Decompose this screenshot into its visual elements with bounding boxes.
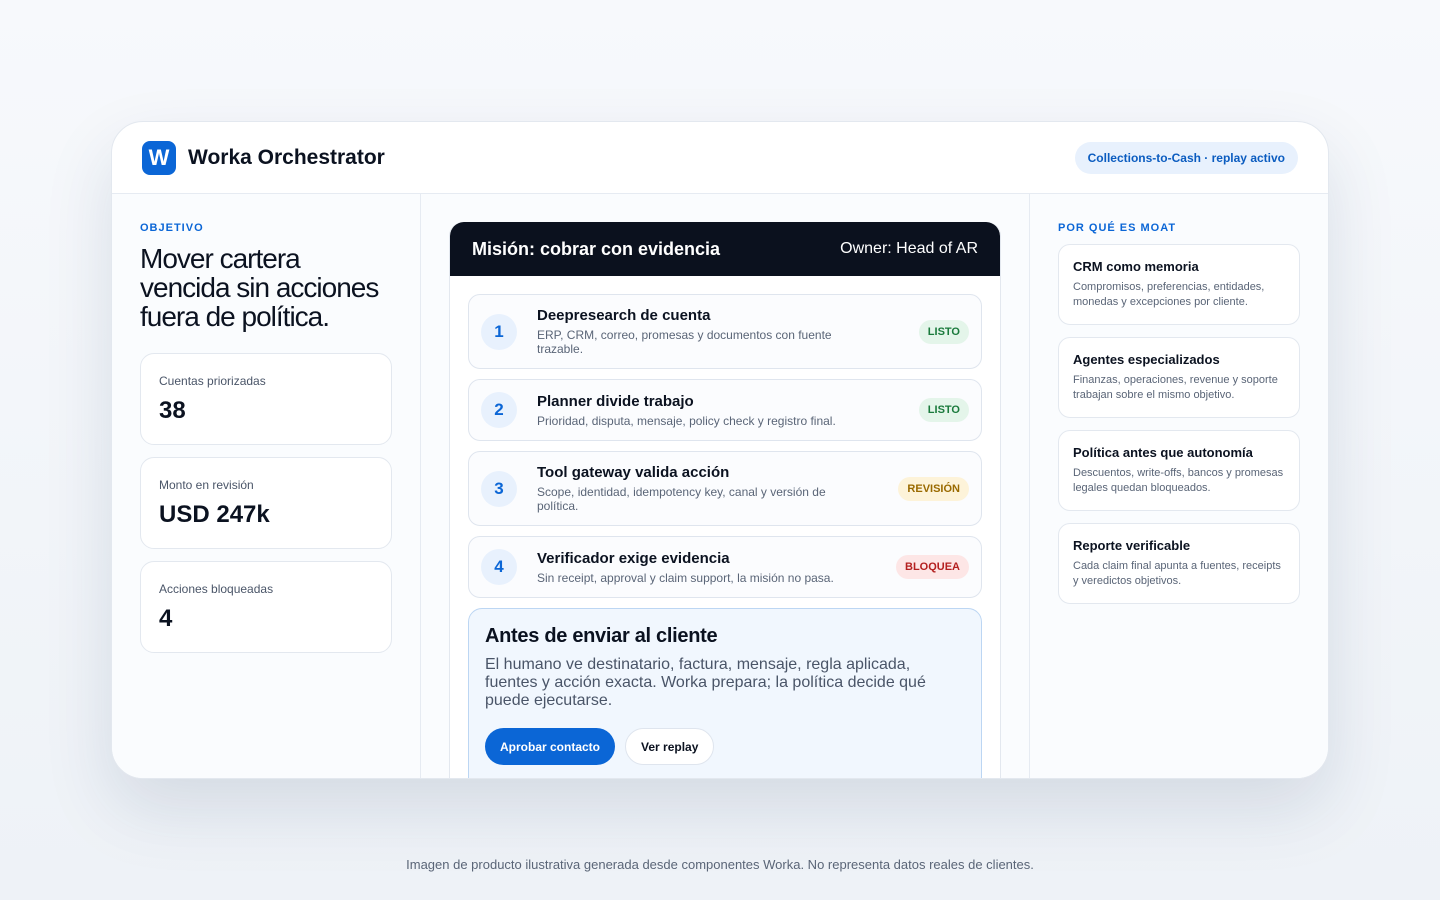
mission-card: Misión: cobrar con evidencia Owner: Head… (449, 222, 1001, 778)
step-body: Verificador exige evidencia Sin receipt,… (537, 550, 896, 585)
moat-card-description: Cada claim final apunta a fuentes, recei… (1073, 560, 1281, 587)
moat-card: Agentes especializados Finanzas, operaci… (1058, 337, 1300, 418)
step-status-badge: REVISIÓN (898, 476, 969, 501)
moat-card-title: Política antes que autonomía (1073, 445, 1253, 460)
step-number: 2 (481, 392, 517, 428)
step-title: Verificador exige evidencia (537, 549, 730, 567)
mission-steps: 1 Deepresearch de cuenta ERP, CRM, corre… (450, 276, 1000, 598)
metric-label: Monto en revisión (159, 478, 254, 492)
mission-header: Misión: cobrar con evidencia Owner: Head… (450, 222, 1000, 276)
approval-title: Antes de enviar al cliente (485, 625, 718, 647)
step-body: Tool gateway valida acción Scope, identi… (537, 464, 898, 513)
step-description: Sin receipt, approval y claim support, l… (537, 570, 834, 585)
step-description: Scope, identidad, idempotency key, canal… (537, 485, 826, 513)
objective-panel: OBJETIVO Mover cartera vencida sin accio… (112, 194, 421, 778)
moat-card: Política antes que autonomía Descuentos,… (1058, 430, 1300, 511)
step-title: Planner divide trabajo (537, 392, 694, 410)
moat-card-title: Agentes especializados (1073, 352, 1220, 367)
step-body: Planner divide trabajo Prioridad, disput… (537, 393, 919, 428)
metric-value: 38 (159, 397, 186, 424)
moat-eyebrow: POR QUÉ ES MOAT (1058, 222, 1177, 234)
worka-logo-icon: W (142, 140, 176, 175)
step-status-badge: LISTO (918, 398, 969, 422)
approval-actions: Aprobar contacto Ver replay (485, 728, 965, 765)
objective-headline: Mover cartera vencida sin acciones fuera… (140, 243, 379, 332)
main-columns: OBJETIVO Mover cartera vencida sin accio… (112, 194, 1328, 778)
footer-disclaimer: Imagen de producto ilustrativa generada … (406, 857, 1034, 872)
metric-value: USD 247k (159, 501, 270, 528)
replay-status-badge: Collections-to-Cash · replay activo (1074, 141, 1298, 174)
moat-card-description: Descuentos, write-offs, bancos y promesa… (1073, 467, 1284, 494)
brand: W Worka Orchestrator (142, 140, 385, 175)
step-title: Deepresearch de cuenta (537, 307, 711, 324)
view-replay-button[interactable]: Ver replay (625, 728, 715, 765)
step-number: 3 (481, 470, 517, 507)
metric-card-amount: Monto en revisión USD 247k (140, 457, 392, 549)
moat-card: Reporte verificable Cada claim final apu… (1058, 523, 1300, 604)
step-status-badge: BLOQUEA (896, 555, 969, 579)
approval-box: Antes de enviar al cliente El humano ve … (468, 608, 982, 778)
moat-card-title: CRM como memoria (1073, 259, 1199, 274)
mission-step[interactable]: 4 Verificador exige evidencia Sin receip… (468, 536, 982, 598)
step-title: Tool gateway valida acción (537, 464, 730, 481)
metric-value: 4 (159, 605, 173, 632)
step-body: Deepresearch de cuenta ERP, CRM, correo,… (537, 307, 919, 356)
moat-card: CRM como memoria Compromisos, preferenci… (1058, 244, 1300, 325)
step-description: Prioridad, disputa, mensaje, policy chec… (537, 413, 836, 428)
step-description: ERP, CRM, correo, promesas y documentos … (537, 328, 832, 356)
mission-panel: Misión: cobrar con evidencia Owner: Head… (421, 194, 1030, 778)
mission-owner: Owner: Head of AR (840, 240, 978, 257)
metric-label: Acciones bloqueadas (159, 582, 274, 596)
moat-card-description: Compromisos, preferencias, entidades, mo… (1073, 281, 1265, 308)
mission-step[interactable]: 1 Deepresearch de cuenta ERP, CRM, corre… (468, 294, 982, 369)
moat-panel: POR QUÉ ES MOAT CRM como memoria Comprom… (1030, 194, 1328, 778)
mission-step[interactable]: 2 Planner divide trabajo Prioridad, disp… (468, 379, 982, 441)
step-number: 1 (481, 313, 517, 350)
mission-title: Misión: cobrar con evidencia (472, 238, 721, 259)
metric-card-blocked: Acciones bloqueadas 4 (140, 561, 392, 653)
approval-text: El humano ve destinatario, factura, mens… (485, 656, 926, 709)
approve-contact-button[interactable]: Aprobar contacto (485, 728, 616, 765)
step-status-badge: LISTO (918, 319, 969, 344)
mission-step[interactable]: 3 Tool gateway valida acción Scope, iden… (468, 451, 982, 526)
objective-eyebrow: OBJETIVO (140, 222, 204, 234)
top-bar: W Worka Orchestrator Collections-to-Cash… (112, 122, 1328, 194)
moat-card-description: Finanzas, operaciones, revenue y soporte… (1073, 374, 1278, 401)
metric-label: Cuentas priorizadas (159, 374, 266, 388)
step-number: 4 (481, 549, 517, 585)
moat-card-title: Reporte verificable (1073, 538, 1191, 553)
metric-card-prioritized: Cuentas priorizadas 38 (140, 353, 392, 445)
app-window: W Worka Orchestrator Collections-to-Cash… (111, 121, 1329, 779)
app-title: Worka Orchestrator (188, 145, 385, 169)
